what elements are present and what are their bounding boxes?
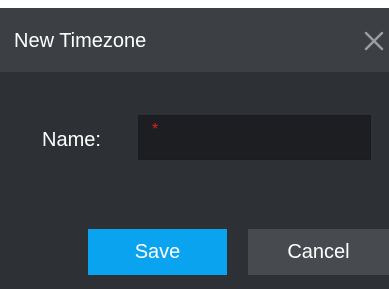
dialog-body: Name: * Save Cancel (0, 72, 389, 289)
name-field[interactable]: * (138, 115, 371, 160)
dialog-titlebar: New Timezone (0, 8, 389, 72)
dialog-title: New Timezone (14, 30, 147, 52)
name-label: Name: (42, 129, 101, 151)
new-timezone-dialog: New Timezone Name: * Save Cancel (0, 0, 389, 289)
required-mark: * (152, 121, 159, 138)
save-button[interactable]: Save (88, 229, 227, 275)
name-input[interactable] (163, 116, 363, 159)
cancel-button[interactable]: Cancel (248, 229, 389, 275)
close-icon[interactable] (361, 28, 387, 54)
